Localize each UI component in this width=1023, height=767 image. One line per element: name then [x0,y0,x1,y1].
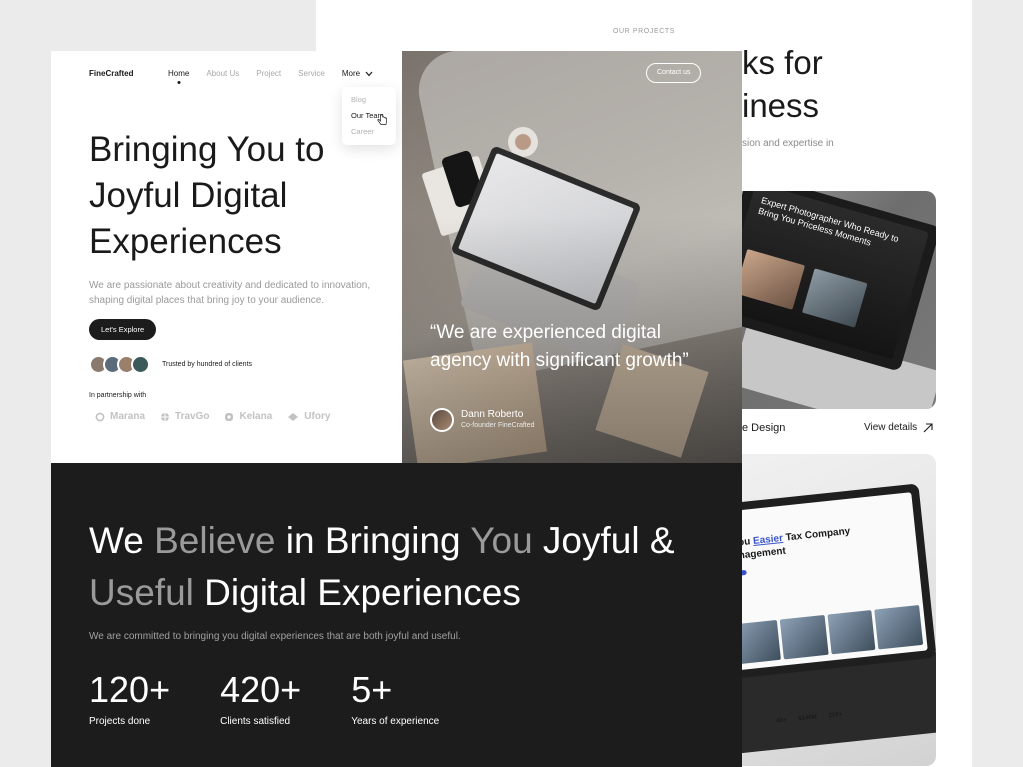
nav-item-about[interactable]: About Us [206,69,239,78]
stat-number: 5+ [351,669,393,710]
diamond-logo-icon [288,412,299,421]
client-avatars [89,355,150,374]
author-role: Co-founder FineCrafted [461,422,535,429]
globe-logo-icon [161,412,170,421]
partner-logo-marana: Marana [95,411,145,422]
front-page: FineCrafted Home About Us Project Servic… [51,51,742,767]
screen-photo [734,248,806,310]
project-caption: e Design [742,422,786,434]
laptop-mockup: g You Easier Tax Company Management 40+ … [716,483,936,725]
stats-row: 120+ Projects done 420+ Clients satisfie… [89,668,439,727]
projects-eyebrow: OUR PROJECTS [612,28,676,35]
nav-more-label: More [341,69,361,78]
arrow-up-right-icon [923,422,933,432]
projects-heading-line2: iness [742,87,820,124]
card-screen-text: Expert Photographer Who Ready to Bring Y… [757,195,900,248]
screen-photo-2 [801,268,868,328]
partner-logo-travgo: TravGo [160,411,209,422]
hero-description: We are passionate about creativity and d… [89,280,371,306]
trusted-text: Trusted by hundred of clients [162,361,253,368]
hero-photo-panel: Contact us “We are experienced digital a… [402,51,742,463]
stat-projects: 120+ Projects done [89,668,170,727]
project-card-tax[interactable]: g You Easier Tax Company Management 40+ … [716,454,936,766]
avatar [131,355,150,374]
logo[interactable]: FineCrafted [89,69,133,78]
stat-number: 420+ [220,669,302,710]
nav-item-service[interactable]: Service [298,69,325,78]
stat-years: 5+ Years of experience [351,668,439,727]
partner-logo-kelana: Kelana [224,411,272,422]
photo-overlay [402,51,742,463]
hero-headline: Bringing You to Joyful Digital Experienc… [89,130,325,261]
avatar [430,408,454,432]
contact-button[interactable]: Contact us [646,63,702,83]
about-section: We Believe in Bringing You Joyful & Usefu… [51,463,742,767]
projects-heading-line1: ks for [742,44,823,81]
nav-item-more[interactable]: More [342,69,373,78]
dropdown-item-blog[interactable]: Blog [351,92,387,108]
testimonial-author: Dann Roberto Co-founder FineCrafted [430,408,535,432]
testimonial-quote: “We are experienced digital agency with … [430,322,689,371]
flower-logo-icon [225,412,234,421]
stat-clients: 420+ Clients satisfied [220,668,301,727]
laptop-screen: g You Easier Tax Company Management 40+ … [716,492,928,725]
explore-button[interactable]: Let's Explore [89,319,157,340]
author-name: Dann Roberto [461,409,524,420]
view-details-link[interactable]: View details [864,422,933,433]
hand-cursor-icon [377,114,387,125]
hero-left: FineCrafted Home About Us Project Servic… [51,51,402,463]
card-screen-headline: g You Easier Tax Company Management [723,525,851,563]
nav-item-home[interactable]: Home [168,69,189,78]
stat-label: Clients satisfied [220,716,291,727]
about-lead: We are committed to bringing you digital… [89,631,461,642]
chevron-down-icon [365,71,373,76]
projects-subtext: sion and expertise in [742,138,834,149]
screen-photo-strip [732,604,924,665]
partner-logos: Marana TravGo Kelana Ufory [95,411,330,422]
main-nav: Home About Us Project Service More [168,69,373,78]
stat-number: 120+ [89,669,171,710]
project-card-photographer[interactable]: Expert Photographer Who Ready to Bring Y… [716,191,936,409]
stat-label: Projects done [89,716,151,727]
nav-item-project[interactable]: Project [256,69,281,78]
partner-logo-ufory: Ufory [287,411,330,422]
stat-label: Years of experience [351,716,440,727]
circle-logo-icon [95,412,105,421]
about-headline: We Believe in Bringing You Joyful & Usefu… [89,520,675,613]
view-details-label: View details [864,422,918,433]
partners-label: In partnership with [89,392,147,399]
